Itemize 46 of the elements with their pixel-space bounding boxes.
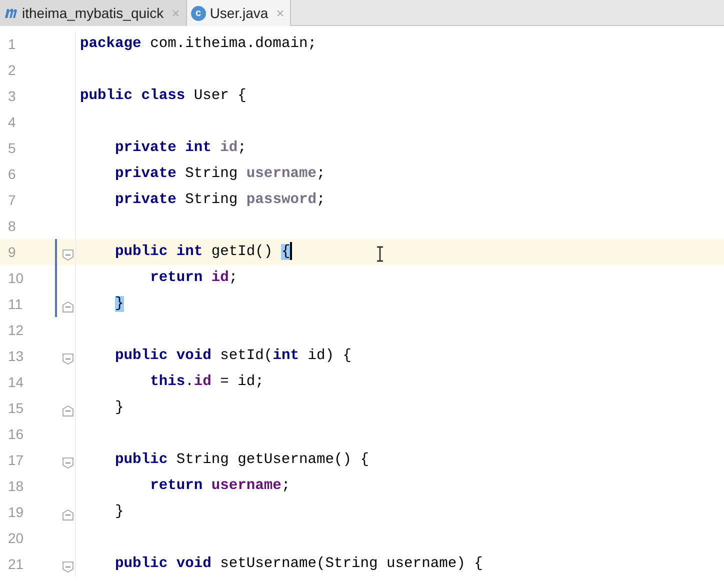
code-line: public String getUsername() { — [114, 451, 370, 470]
editor-tab[interactable]: itheima_mybatis_quick × — [0, 0, 187, 26]
line-number: 12 — [7, 321, 25, 340]
line-number: 5 — [7, 139, 17, 158]
line-number: 7 — [7, 191, 17, 210]
line-number: 21 — [7, 555, 25, 574]
line-number: 15 — [7, 399, 25, 418]
fold-icon[interactable] — [62, 352, 74, 365]
line-number: 19 — [7, 503, 25, 522]
class-icon: c — [190, 6, 206, 20]
mouse-cursor-icon — [376, 246, 384, 262]
code-line: } — [114, 399, 124, 418]
code-line: public int getId() { — [114, 241, 292, 262]
line-number: 18 — [7, 477, 25, 496]
code-line: this.id = id; — [149, 373, 264, 392]
code-line: package com.itheima.domain; — [79, 35, 316, 54]
line-number: 8 — [7, 217, 17, 236]
code-line: public void setUsername(String username) { — [114, 555, 483, 574]
fold-icon[interactable] — [62, 300, 74, 313]
line-number: 3 — [7, 87, 17, 106]
line-number: 13 — [7, 347, 25, 366]
line-number: 6 — [7, 165, 17, 184]
fold-icon[interactable] — [62, 248, 74, 261]
line-number: 9 — [7, 243, 17, 262]
line-number: 2 — [7, 61, 17, 80]
code-line: } — [114, 503, 124, 522]
code-line: public class User { — [79, 87, 246, 106]
line-number: 17 — [7, 451, 25, 470]
code-line: return username; — [149, 477, 290, 496]
fold-icon[interactable] — [62, 456, 74, 469]
code-line: private int id; — [114, 139, 246, 158]
fold-icon[interactable] — [62, 404, 74, 417]
line-number: 20 — [7, 529, 25, 548]
line-number: 4 — [7, 113, 17, 132]
line-number: 16 — [7, 425, 25, 444]
line-number: 1 — [7, 35, 17, 54]
fold-icon[interactable] — [62, 508, 74, 521]
code-line: return id; — [149, 269, 238, 288]
line-number: 10 — [7, 269, 25, 288]
code-line: private String password; — [114, 191, 326, 210]
editor-tab[interactable]: c User.java × — [186, 0, 292, 26]
line-number: 14 — [7, 373, 25, 392]
code-line: private String username; — [114, 165, 326, 184]
fold-icon[interactable] — [62, 560, 74, 573]
code-line: public void setId(int id) { — [114, 347, 352, 366]
line-number: 11 — [7, 295, 24, 314]
